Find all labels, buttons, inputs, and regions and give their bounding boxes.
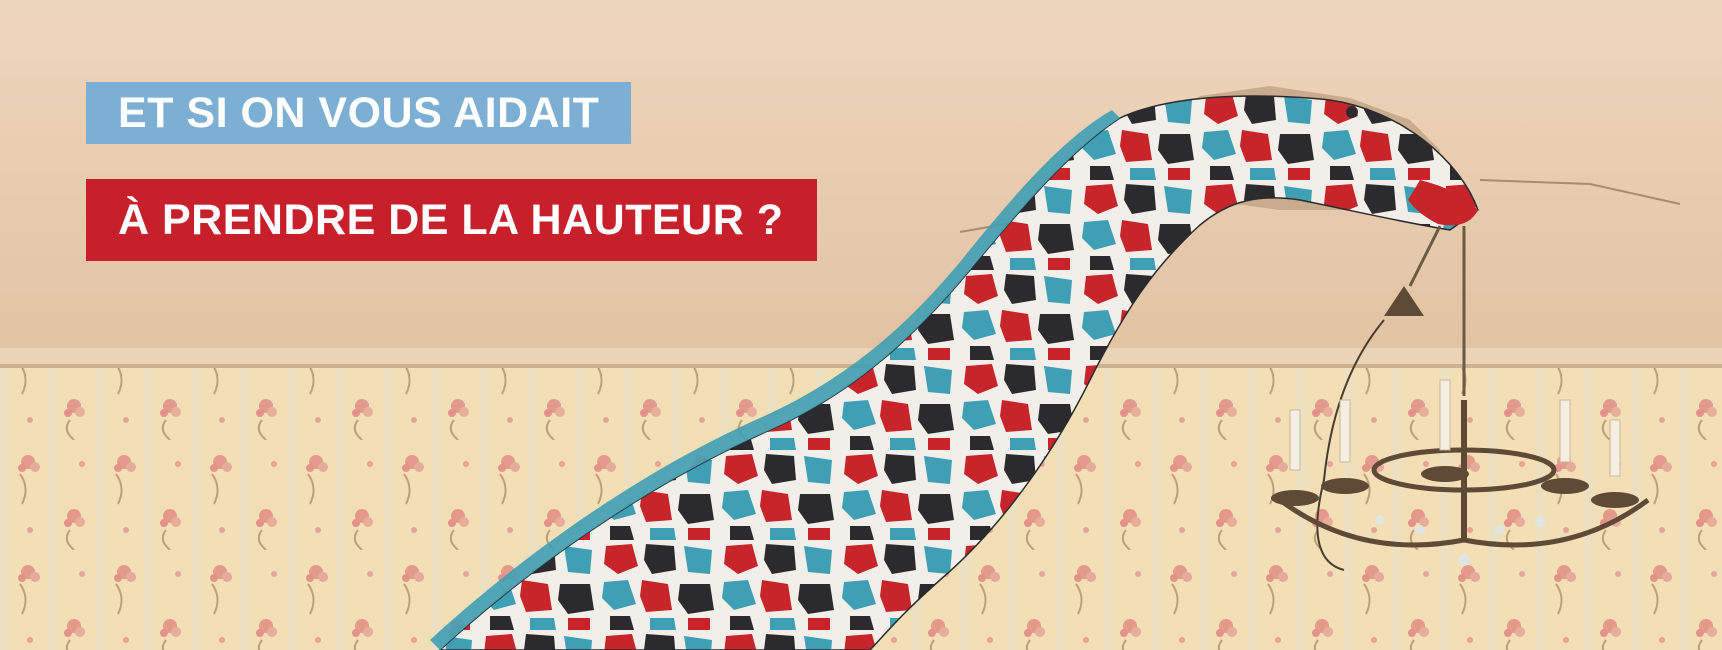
headline-line-1: ET SI ON VOUS AIDAIT xyxy=(86,82,632,144)
headline-line-2: À PRENDRE DE LA HAUTEUR ? xyxy=(86,179,818,261)
